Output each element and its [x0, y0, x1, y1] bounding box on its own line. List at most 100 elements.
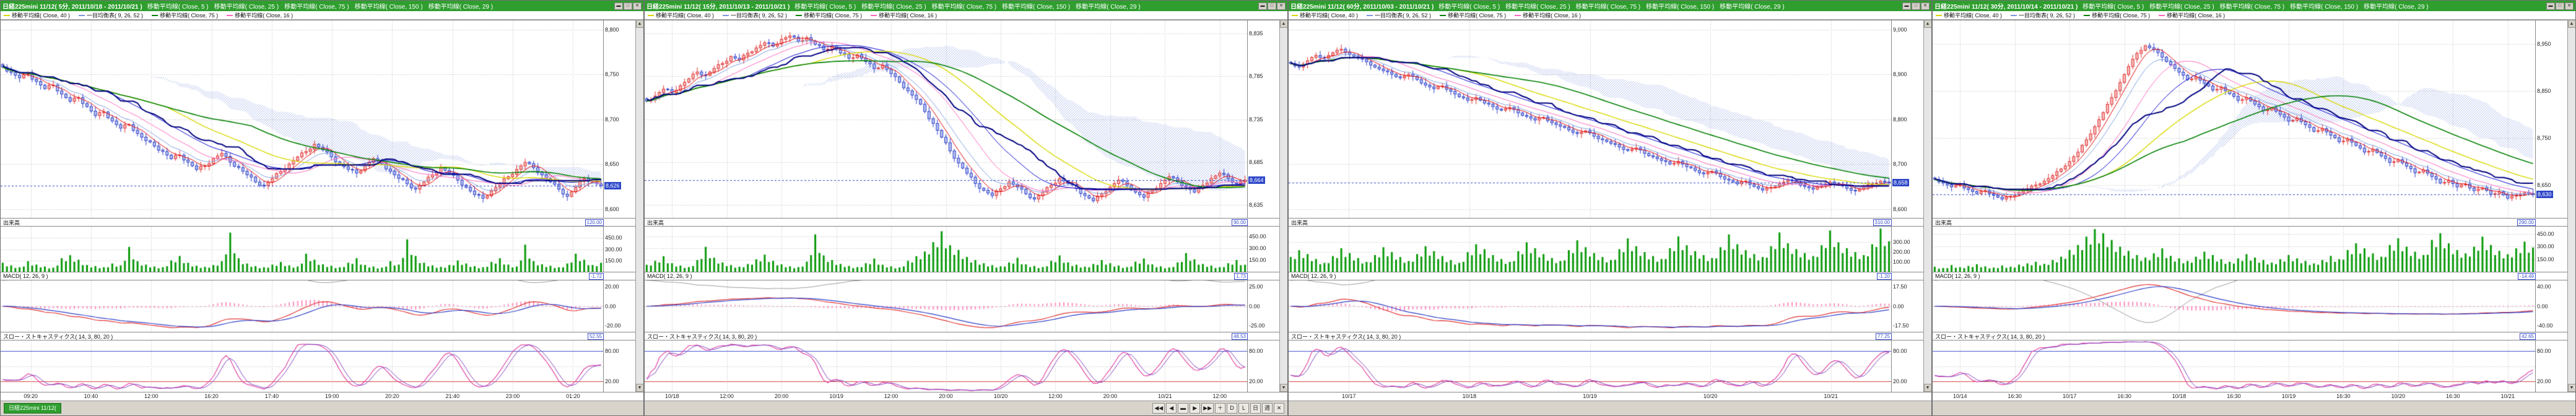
window-titlebar[interactable]: 日経225mini 11/12( 5分, 2011/10/18 - 2011/1… — [1, 1, 643, 11]
stoch-chart-canvas[interactable] — [1289, 340, 1891, 392]
window-titlebar[interactable]: 日経225mini 11/12( 15分, 2011/10/13 - 2011/… — [645, 1, 1287, 11]
volume-chart-canvas[interactable] — [1289, 227, 1891, 272]
toolbar-button[interactable]: ✕ — [1274, 403, 1284, 414]
macd-section-label: MACD( 12, 26, 9 ) — [3, 273, 48, 279]
time-label: 12:00 — [1213, 393, 1227, 399]
vertical-scrollbar[interactable]: ▲ ▼ — [635, 20, 643, 392]
window-restore-button[interactable]: □ — [2556, 2, 2564, 10]
price-tick-label: 8,700 — [605, 116, 619, 123]
macd-chart-canvas[interactable] — [645, 280, 1247, 332]
window-close-button[interactable]: ✕ — [1921, 2, 1930, 10]
macd-tick-label: -17.50 — [1893, 323, 1909, 329]
price-chart-canvas[interactable] — [1, 20, 603, 218]
stoch-tick-label: 20.00 — [605, 378, 619, 384]
price-chart-section: 8,8008,7508,7008,6508,6008,626 — [1, 20, 643, 218]
indicator-legend-row: 移動平均線( Close, 40 ) 一目均衡表( 9, 26, 52 ) 移動平均… — [1, 11, 643, 20]
stoch-chart-section: 80.0020.00 — [1, 340, 643, 392]
toolbar-button[interactable]: L — [1238, 403, 1249, 414]
minimized-window[interactable]: 日経225mini 11/12( — [4, 403, 61, 414]
toolbar-button[interactable]: ▶ — [1190, 403, 1200, 414]
toolbar-button[interactable]: ＋ — [1215, 403, 1225, 414]
volume-tick-label: 150.00 — [2537, 256, 2554, 262]
toolbar-button[interactable]: D — [1227, 403, 1237, 414]
scroll-down-button[interactable]: ▼ — [2568, 384, 2576, 392]
macd-chart-section: 25.000.00-25.00 — [645, 280, 1287, 332]
titlebar-indicator-label: 移動平均線( Close, 5 ) — [1438, 4, 1500, 11]
legend-item: 移動平均線( Close, 16 ) — [1515, 11, 1581, 19]
toolbar-button[interactable]: 日 — [1250, 403, 1261, 414]
volume-chart-canvas[interactable] — [1, 227, 603, 272]
window-restore-button[interactable]: □ — [1912, 2, 1920, 10]
time-label: 10/21 — [1824, 393, 1838, 399]
stoch-section-header: スロー・ストキャスティクス( 14, 3, 80, 20 ) 48.53 — [645, 332, 1287, 340]
window-titlebar[interactable]: 日経225mini 11/12( 30分, 2011/10/14 - 2011/… — [1933, 1, 2575, 11]
price-tick-label: 8,635 — [1249, 202, 1263, 208]
window-minimize-button[interactable]: ▬ — [1258, 2, 1267, 10]
titlebar-indicator-label: 移動平均線( Close, 29 ) — [1720, 4, 1784, 11]
macd-tick-label: -20.00 — [605, 323, 621, 329]
bottom-bar: 日経225mini 11/12( — [1, 401, 643, 415]
macd-tick-label: 0.00 — [2537, 303, 2548, 310]
vertical-scrollbar[interactable]: ▲ ▼ — [1279, 20, 1287, 392]
macd-tick-label: 17.50 — [1893, 284, 1907, 290]
macd-chart-canvas[interactable] — [1933, 280, 2535, 332]
stoch-chart-canvas[interactable] — [645, 340, 1247, 392]
volume-chart-canvas[interactable] — [1933, 227, 2535, 272]
macd-tick-label: 0.00 — [605, 303, 616, 310]
price-tick-label: 8,750 — [2537, 135, 2551, 141]
stoch-chart-canvas[interactable] — [1933, 340, 2535, 392]
window-close-button[interactable]: ✕ — [1277, 2, 1286, 10]
titlebar-indicator-label: 移動平均線( Close, 5 ) — [794, 4, 856, 11]
price-axis: 8,8008,7508,7008,6508,6008,626 — [603, 20, 635, 218]
window-restore-button[interactable]: □ — [624, 2, 632, 10]
volume-chart-canvas[interactable] — [645, 227, 1247, 272]
stoch-tick-label: 20.00 — [1249, 378, 1263, 384]
vertical-scrollbar[interactable]: ▲ ▼ — [1923, 20, 1931, 392]
titlebar-indicator-label: 移動平均線( Close, 75 ) — [932, 4, 996, 11]
scroll-up-button[interactable]: ▲ — [1280, 20, 1288, 28]
time-label: 16:30 — [2227, 393, 2241, 399]
scroll-up-button[interactable]: ▲ — [636, 20, 644, 28]
legend-item: 移動平均線( Close, 40 ) — [648, 11, 714, 19]
toolbar-button[interactable]: ▶▶ — [1201, 403, 1214, 414]
toolbar-button[interactable]: ◀◀ — [1152, 403, 1165, 414]
window-close-button[interactable]: ✕ — [2565, 2, 2574, 10]
price-chart-canvas[interactable] — [1289, 20, 1891, 218]
window-restore-button[interactable]: □ — [1268, 2, 1276, 10]
toolbar-button[interactable]: 週 — [1262, 403, 1273, 414]
stoch-chart-section: 80.0020.00 — [1933, 340, 2575, 392]
window-minimize-button[interactable]: ▬ — [2546, 2, 2555, 10]
legend-color-chip — [1440, 15, 1446, 16]
volume-section-label: 出来高 — [1935, 219, 1952, 227]
toolbar-button[interactable]: ▬ — [1178, 403, 1188, 414]
stoch-chart-canvas[interactable] — [1, 340, 603, 392]
legend-item-label: 移動平均線( Close, 16 ) — [2167, 11, 2225, 19]
macd-section-label: MACD( 12, 26, 9 ) — [1291, 273, 1336, 279]
scroll-up-button[interactable]: ▲ — [2568, 20, 2576, 28]
legend-item-label: 移動平均線( Close, 40 ) — [12, 11, 70, 19]
toolbar-button[interactable]: ◀ — [1166, 403, 1177, 414]
macd-value-box: -14.49 — [2518, 273, 2536, 280]
window-minimize-button[interactable]: ▬ — [1902, 2, 1911, 10]
window-close-button[interactable]: ✕ — [633, 2, 642, 10]
time-label: 09:20 — [24, 393, 38, 399]
price-tick-label: 8,735 — [1249, 116, 1263, 123]
vertical-scrollbar[interactable]: ▲ ▼ — [2567, 20, 2575, 392]
macd-chart-canvas[interactable] — [1289, 280, 1891, 332]
window-minimize-button[interactable]: ▬ — [614, 2, 623, 10]
macd-chart-section: 40.000.00-40.00 — [1933, 280, 2575, 332]
window-titlebar[interactable]: 日経225mini 11/12( 60分, 2011/10/03 - 2011/… — [1289, 1, 1931, 11]
scroll-down-button[interactable]: ▼ — [1280, 384, 1288, 392]
scroll-down-button[interactable]: ▼ — [1924, 384, 1932, 392]
macd-tick-label: 40.00 — [2537, 284, 2551, 290]
legend-item-label: 移動平均線( Close, 16 ) — [235, 11, 293, 19]
last-price-marker: 8,658 — [1892, 179, 1909, 186]
price-chart-canvas[interactable] — [645, 20, 1247, 218]
scroll-up-button[interactable]: ▲ — [1924, 20, 1932, 28]
volume-value-box: 310.00 — [1873, 219, 1892, 226]
titlebar-indicator-label: 移動平均線( Close, 150 ) — [1002, 4, 1070, 11]
legend-item: 一目均衡表( 9, 26, 52 ) — [79, 11, 143, 19]
macd-chart-canvas[interactable] — [1, 280, 603, 332]
price-chart-canvas[interactable] — [1933, 20, 2535, 218]
scroll-down-button[interactable]: ▼ — [636, 384, 644, 392]
